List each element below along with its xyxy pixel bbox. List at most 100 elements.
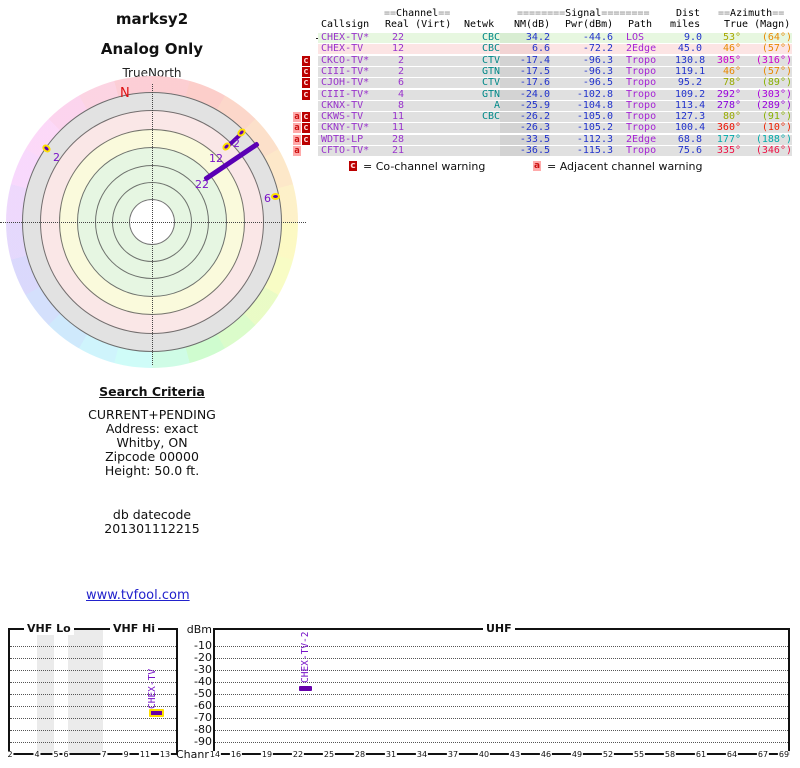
co-channel-warning-badge: c (302, 89, 310, 100)
cell-network (450, 146, 500, 156)
search-criteria-line: Height: 50.0 ft. (104, 463, 200, 478)
group-header-dist: Dist (676, 8, 701, 19)
adjacent-channel-badge: a (533, 161, 541, 171)
cell-callsign: CHEX-TV (321, 43, 364, 55)
cell-pwr-dbm: -102.8 (576, 88, 613, 100)
co-channel-legend-text: = Co-channel warning (363, 160, 486, 173)
cell-channel-virt (404, 90, 450, 100)
cell-miles: 95.2 (677, 77, 702, 89)
col-header-miles: miles (670, 19, 701, 30)
cell-path: Tropo (626, 54, 657, 66)
channel-tick: 67 (756, 750, 770, 759)
cell-azimuth-magn: (57°) (761, 65, 792, 77)
channel-tick: 14 (208, 750, 222, 759)
cell-azimuth-magn: (346°) (755, 145, 792, 156)
co-channel-warning-badge: c (302, 134, 310, 145)
cell-callsign: CHEX-TV* (321, 32, 370, 43)
dbm-axis-unit: dBm (186, 623, 212, 636)
search-criteria-line: Address: exact (105, 421, 199, 436)
signal-table: ==Channel== ========Signal======== Dist … (292, 8, 798, 178)
radar-marker-label: 22 (195, 178, 209, 191)
cell-path: Tropo (626, 122, 657, 134)
gridline (215, 718, 788, 719)
channel-tick: 9 (122, 750, 130, 759)
col-header-real-virt: Real (Virt) (385, 19, 452, 30)
cell-azimuth-true: 78° (722, 77, 741, 89)
co-channel-warning-badge: c (302, 112, 310, 123)
channel-tick: 52 (601, 750, 615, 759)
vhf-lo-label: VHF Lo (24, 622, 74, 635)
radar-plot: N 2 12 2 22 6 (0, 76, 306, 368)
cell-nm-db: 34.2 (500, 33, 550, 43)
cell-channel-real: 2 (397, 54, 404, 66)
tvfool-link[interactable]: www.tvfool.com (86, 588, 190, 603)
adjacent-channel-warning-badge: a (293, 123, 301, 134)
datecode-label: db datecode (112, 507, 192, 522)
gridline (10, 718, 176, 719)
cell-azimuth-magn: (316°) (755, 54, 792, 66)
cell-pwr-dbm: -96.3 (582, 65, 613, 77)
channel-tick: 40 (477, 750, 491, 759)
cell-network: GTN (481, 88, 500, 100)
cell-azimuth-magn: (64°) (761, 32, 792, 43)
cell-azimuth-true: 335° (716, 145, 741, 156)
table-row: CKNX-TV 8 A -25.9 -104.8 Tropo 113.4 278° (289°) (292, 99, 798, 111)
signal-bar-chex-tv (149, 709, 164, 717)
cell-nm-db: 6.6 (500, 44, 550, 55)
channel-tick: 55 (632, 750, 646, 759)
cell-channel-virt (404, 78, 450, 88)
cell-pwr-dbm: -44.6 (582, 32, 613, 43)
cell-azimuth-true: 177° (716, 133, 741, 145)
channel-axis-label: Channel (176, 748, 222, 761)
cell-network: CBC (481, 43, 500, 55)
cell-callsign: CKWS-TV (321, 111, 364, 123)
dbm-axis-ticks: -10 -20 -30 -40 -50 -60 -70 -80 -90 (180, 640, 212, 748)
cell-channel-real: 12 (391, 43, 404, 55)
cell-azimuth-magn: (91°) (761, 111, 792, 123)
cell-pwr-dbm: -96.3 (582, 54, 613, 66)
co-channel-warning-badge: c (302, 55, 310, 66)
table-row: c CIII-TV* 2 GTN -17.5 -96.3 Tropo 119.1 46° (57°… (292, 65, 798, 77)
cell-channel-virt (404, 146, 450, 156)
search-criteria: Search Criteria CURRENT+PENDING Address:… (32, 385, 272, 536)
gridline (215, 706, 788, 707)
tvfool-report: marksy2 Analog Only TrueNorth N 2 12 2 2… (0, 0, 800, 768)
channel-tick: 31 (384, 750, 398, 759)
report-subtitle: Analog Only (100, 40, 204, 58)
cell-channel-real: 2 (397, 65, 404, 77)
radar-marker-label: 2 (233, 137, 240, 150)
cell-pwr-dbm: -112.3 (576, 133, 613, 145)
warning-legend: c = Co-channel warning a = Adjacent chan… (292, 160, 798, 174)
search-criteria-title: Search Criteria (99, 384, 205, 399)
cell-path: Tropo (626, 88, 657, 100)
co-channel-warning-badge: c (302, 78, 310, 89)
cell-pwr-dbm: -72.2 (582, 43, 613, 55)
cell-miles: 9.0 (683, 32, 702, 43)
channel-tick: 69 (777, 750, 791, 759)
channel-tick: 46 (539, 750, 553, 759)
cell-nm-db: -17.4 (500, 55, 550, 66)
cell-nm-db: -26.3 (500, 123, 550, 134)
channel-tick: 22 (291, 750, 305, 759)
channel-tick: 64 (725, 750, 739, 759)
cell-azimuth-true: 305° (716, 54, 741, 66)
cell-network (450, 123, 500, 133)
cell-channel-real: 8 (397, 99, 404, 111)
channel-tick: 19 (260, 750, 274, 759)
cell-channel-virt (404, 67, 450, 77)
cell-channel-real: 22 (391, 32, 404, 43)
vhf-gap-band (37, 630, 54, 753)
table-row: CHEX-TV 12 CBC 6.6 -72.2 2Edge 45.0 46° (57°) (292, 43, 798, 55)
cell-azimuth-magn: (89°) (761, 77, 792, 89)
col-header-path: Path (628, 19, 653, 30)
channel-tick: 28 (353, 750, 367, 759)
cell-network: A (493, 99, 500, 111)
radar-marker-label: 12 (209, 152, 223, 165)
channel-tick: 5 (52, 750, 60, 759)
cell-channel-virt (404, 44, 450, 54)
cell-nm-db: -26.2 (500, 112, 550, 123)
radar-marker-label: 6 (264, 192, 271, 205)
table-row: a c WDTB-LP 28 -33.5 -112.3 2Edge 68.8 177° (188°… (292, 133, 798, 145)
report-title: marksy2 (115, 10, 189, 28)
cell-path: Tropo (626, 99, 657, 111)
